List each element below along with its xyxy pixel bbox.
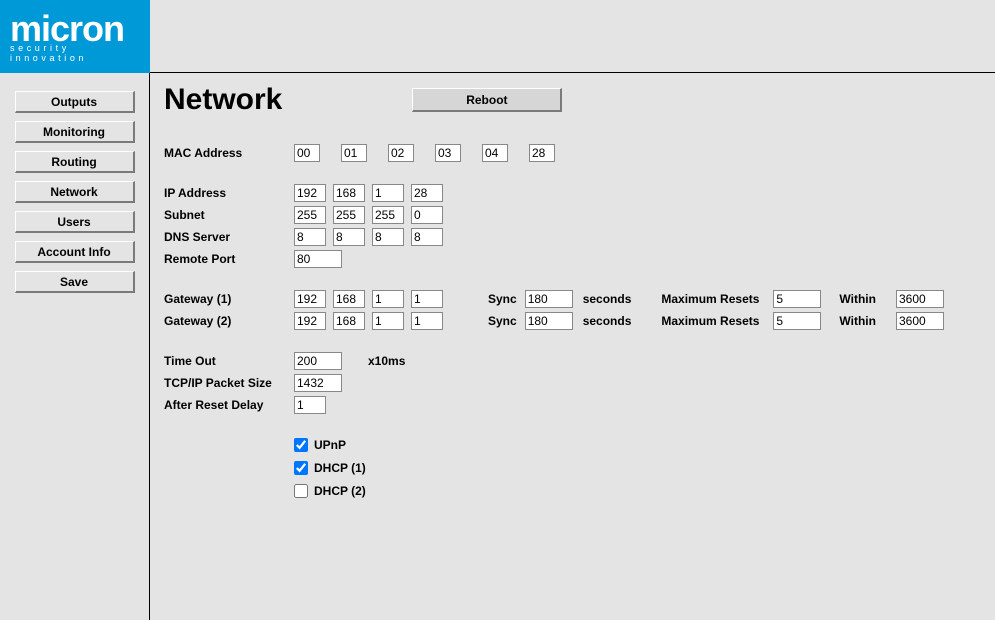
mac-4[interactable] — [482, 144, 508, 162]
mac-5[interactable] — [529, 144, 555, 162]
gw1-2[interactable] — [372, 290, 404, 308]
gw1-0[interactable] — [294, 290, 326, 308]
gw1-sync-label: Sync — [488, 292, 517, 306]
ip-1[interactable] — [333, 184, 365, 202]
gw1-within-label: Within — [839, 292, 876, 306]
mac-label: MAC Address — [164, 146, 294, 160]
rport-label: Remote Port — [164, 252, 294, 266]
gw2-maxresets[interactable] — [773, 312, 821, 330]
remote-port[interactable] — [294, 250, 342, 268]
logo: micron security innovation — [0, 0, 150, 73]
dhcp2-label: DHCP (2) — [314, 484, 366, 498]
dhcp2-checkbox[interactable] — [294, 484, 308, 498]
nav-network[interactable]: Network — [15, 181, 135, 203]
reset-delay[interactable] — [294, 396, 326, 414]
gw1-1[interactable] — [333, 290, 365, 308]
pktsize-label: TCP/IP Packet Size — [164, 376, 294, 390]
mac-1[interactable] — [341, 144, 367, 162]
sidebar: Outputs Monitoring Routing Network Users… — [0, 73, 150, 620]
gw2-seconds-label: seconds — [583, 314, 632, 328]
packet-size[interactable] — [294, 374, 342, 392]
subnet-1[interactable] — [333, 206, 365, 224]
nav-routing[interactable]: Routing — [15, 151, 135, 173]
gw1-3[interactable] — [411, 290, 443, 308]
dns-3[interactable] — [411, 228, 443, 246]
gw2-3[interactable] — [411, 312, 443, 330]
ip-3[interactable] — [411, 184, 443, 202]
gw2-maxresets-label: Maximum Resets — [661, 314, 759, 328]
mac-0[interactable] — [294, 144, 320, 162]
content: Network Reboot MAC Address IP Address Su… — [150, 73, 995, 620]
gw1-sync[interactable] — [525, 290, 573, 308]
dns-0[interactable] — [294, 228, 326, 246]
nav-users[interactable]: Users — [15, 211, 135, 233]
dns-1[interactable] — [333, 228, 365, 246]
logo-title: micron — [10, 13, 140, 45]
reboot-button[interactable]: Reboot — [412, 88, 562, 112]
mac-2[interactable] — [388, 144, 414, 162]
gw1-within[interactable] — [896, 290, 944, 308]
mac-3[interactable] — [435, 144, 461, 162]
gw2-within-label: Within — [839, 314, 876, 328]
gw1-seconds-label: seconds — [583, 292, 632, 306]
gw2-sync-label: Sync — [488, 314, 517, 328]
main-area: Outputs Monitoring Routing Network Users… — [0, 73, 995, 620]
gw1-label: Gateway (1) — [164, 292, 294, 306]
gw2-label: Gateway (2) — [164, 314, 294, 328]
upnp-label: UPnP — [314, 438, 346, 452]
gw2-2[interactable] — [372, 312, 404, 330]
dns-2[interactable] — [372, 228, 404, 246]
ip-2[interactable] — [372, 184, 404, 202]
dhcp1-label: DHCP (1) — [314, 461, 366, 475]
subnet-label: Subnet — [164, 208, 294, 222]
logo-subtitle: security innovation — [10, 43, 140, 63]
ip-0[interactable] — [294, 184, 326, 202]
gw2-1[interactable] — [333, 312, 365, 330]
resetdelay-label: After Reset Delay — [164, 398, 294, 412]
subnet-3[interactable] — [411, 206, 443, 224]
timeout[interactable] — [294, 352, 342, 370]
nav-outputs[interactable]: Outputs — [15, 91, 135, 113]
ip-label: IP Address — [164, 186, 294, 200]
gw1-maxresets[interactable] — [773, 290, 821, 308]
subnet-0[interactable] — [294, 206, 326, 224]
dhcp1-checkbox[interactable] — [294, 461, 308, 475]
dns-label: DNS Server — [164, 230, 294, 244]
gw2-0[interactable] — [294, 312, 326, 330]
upnp-checkbox[interactable] — [294, 438, 308, 452]
header: micron security innovation — [0, 0, 995, 73]
timeout-label: Time Out — [164, 354, 294, 368]
nav-monitoring[interactable]: Monitoring — [15, 121, 135, 143]
gw2-sync[interactable] — [525, 312, 573, 330]
page-title: Network — [164, 83, 282, 117]
gw2-within[interactable] — [896, 312, 944, 330]
subnet-2[interactable] — [372, 206, 404, 224]
gw1-maxresets-label: Maximum Resets — [661, 292, 759, 306]
timeout-unit: x10ms — [368, 354, 405, 368]
nav-account-info[interactable]: Account Info — [15, 241, 135, 263]
nav-save[interactable]: Save — [15, 271, 135, 293]
